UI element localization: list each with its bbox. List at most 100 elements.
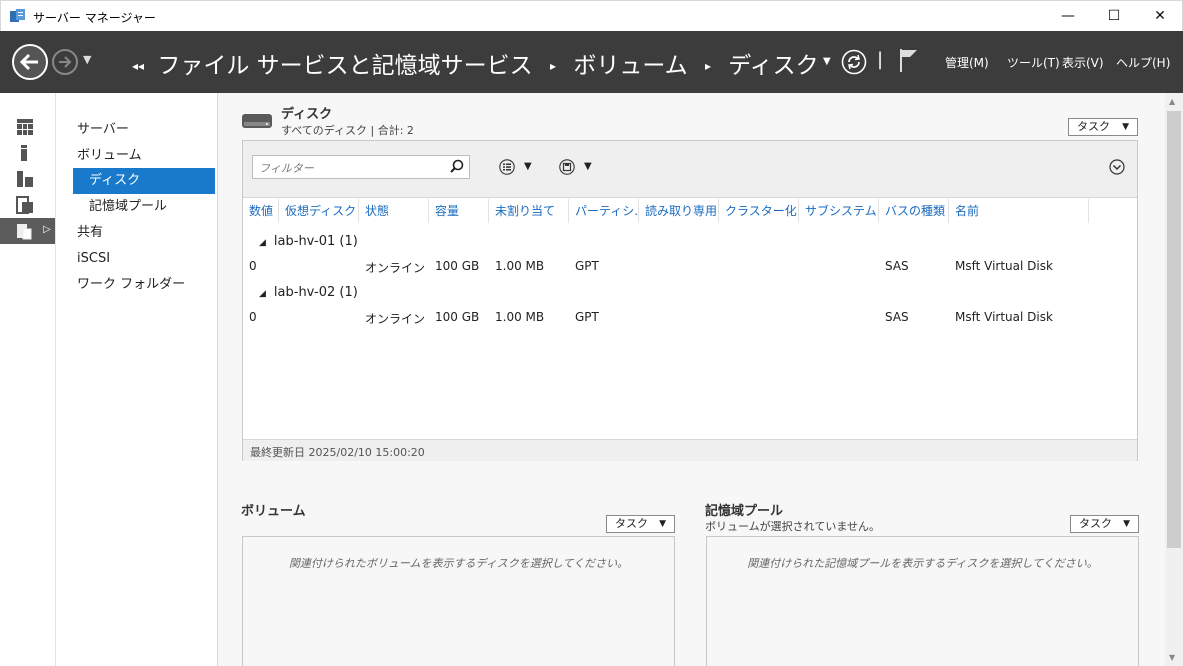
title-bar: サーバー マネージャー — ☐ ✕ [0,0,1183,31]
column-header-number[interactable]: 数値 [243,199,279,223]
breadcrumb-dropdown-icon[interactable]: ▼ [823,56,831,67]
column-header-virtual-disk[interactable]: 仮想ディスク [279,199,359,223]
tree-item-iscsi[interactable]: iSCSI [77,246,110,272]
chevron-down-icon: ▼ [1122,122,1129,132]
disks-section-title: ディスク [281,107,333,122]
server-group-header[interactable]: ◢ lab-hv-01 (1) [259,234,358,249]
menu-tools[interactable]: ツール(T) [1007,54,1060,71]
search-icon[interactable] [450,159,464,173]
menu-view[interactable]: 表示(V) [1062,54,1104,71]
menu-help[interactable]: ヘルプ(H) [1116,54,1170,71]
tree-item-work-folders[interactable]: ワーク フォルダー [77,272,185,298]
column-header-name[interactable]: 名前 [949,199,1089,223]
cell-bus-type: SAS [885,259,909,273]
task-button-label: タスク [1079,517,1112,530]
chevron-down-icon: ▼ [1123,519,1130,529]
storage-pools-panel: 関連付けられた記憶域プールを表示するディスクを選択してください。 [706,536,1139,666]
scrollbar-thumb[interactable] [1167,111,1181,548]
history-dropdown-icon[interactable]: ▼ [83,53,91,66]
scroll-down-icon[interactable]: ▼ [1169,653,1175,662]
view-options-icon[interactable] [499,159,515,175]
vertical-scrollbar[interactable]: ▲ ▼ [1165,93,1183,666]
save-query-icon[interactable] [559,159,575,175]
storage-tree-nav: サーバー ボリューム ディスク 記憶域プール 共有 iSCSI ワーク フォルダ… [57,93,218,666]
cell-bus-type: SAS [885,310,909,324]
column-header-partition[interactable]: パーティシ... [569,199,639,223]
column-header-clustered[interactable]: クラスター化 [719,199,799,223]
all-servers-icon[interactable] [16,170,34,188]
column-header-subsystem[interactable]: サブシステム [799,199,879,223]
scroll-up-icon[interactable]: ▲ [1169,97,1175,106]
disks-task-button[interactable]: タスク ▼ [1068,118,1138,136]
tree-item-disks[interactable]: ディスク [73,168,215,194]
maximize-button[interactable]: ☐ [1091,1,1137,32]
breadcrumb-lead-icon[interactable]: ◂◂ [132,59,144,73]
refresh-icon[interactable] [841,49,867,75]
server-group-label: lab-hv-01 (1) [273,234,358,249]
arrow-left-icon [19,53,38,71]
view-options-dropdown-icon[interactable]: ▼ [524,161,532,172]
cell-name: Msft Virtual Disk [955,310,1053,324]
filter-placeholder: フィルター [259,162,314,175]
last-updated-status: 最終更新日 2025/02/10 15:00:20 [243,439,1137,461]
storage-pools-subtitle: ボリュームが選択されていません。 [705,520,881,533]
task-button-label: タスク [615,517,648,530]
forward-button[interactable] [52,49,78,75]
storage-pools-task-button[interactable]: タスク ▼ [1070,515,1139,533]
collapse-triangle-icon[interactable]: ◢ [259,238,266,248]
cell-partition: GPT [575,259,599,273]
cell-number: 0 [249,310,257,324]
filter-input[interactable]: フィルター [252,155,470,179]
minimize-button[interactable]: — [1045,1,1091,32]
server-manager-app-icon [10,9,25,22]
header-bar: ▼ ◂◂ ファイル サービスと記憶域サービス ▸ ボリューム ▸ ディスク ▼ … [0,31,1183,93]
tree-item-volumes[interactable]: ボリューム [77,143,142,169]
cell-partition: GPT [575,310,599,324]
column-header-capacity[interactable]: 容量 [429,199,489,223]
tree-item-shares[interactable]: 共有 [77,220,103,246]
storage-services-icon[interactable] [16,222,34,240]
disks-section-subtitle: すべてのディスク | 合計: 2 [281,124,414,137]
toolbar-divider: | [877,49,884,70]
rail-expand-arrow-icon[interactable]: ▷ [43,224,51,235]
main-content: ディスク すべてのディスク | 合計: 2 タスク ▼ フィルター ▼ ▼ 数値… [218,93,1165,666]
tree-item-servers[interactable]: サーバー [77,117,129,143]
column-header-status[interactable]: 状態 [359,199,429,223]
chevron-down-icon: ▼ [659,519,666,529]
volumes-panel: 関連付けられたボリュームを表示するディスクを選択してください。 [242,536,675,666]
volumes-task-button[interactable]: タスク ▼ [606,515,675,533]
server-group-header[interactable]: ◢ lab-hv-02 (1) [259,285,358,300]
column-headers: 数値 仮想ディスク 状態 容量 未割り当て パーティシ... 読み取り専用 クラ… [243,199,1137,223]
breadcrumb-separator-icon: ▸ [704,59,711,73]
collapse-toggle-icon[interactable] [1109,159,1125,175]
volumes-empty-message: 関連付けられたボリュームを表示するディスクを選択してください。 [288,557,629,570]
breadcrumb-item-file-services[interactable]: ファイル サービスと記憶域サービス [157,53,532,79]
back-button[interactable] [12,44,48,80]
window-title: サーバー マネージャー [33,11,156,25]
file-services-icon[interactable] [16,196,34,214]
server-group-label: lab-hv-02 (1) [273,285,358,300]
breadcrumb-item-disks[interactable]: ディスク [728,53,818,79]
column-header-read-only[interactable]: 読み取り専用 [639,199,719,223]
cell-capacity: 100 GB [435,310,480,324]
storage-pools-empty-message: 関連付けられた記憶域プールを表示するディスクを選択してください。 [747,557,1098,570]
cell-name: Msft Virtual Disk [955,259,1053,273]
tree-item-storage-pools[interactable]: 記憶域プール [89,194,167,220]
volumes-section-title: ボリューム [241,504,306,519]
dashboard-icon[interactable] [16,118,34,136]
local-server-icon[interactable] [16,144,34,162]
collapse-triangle-icon[interactable]: ◢ [259,289,266,299]
close-button[interactable]: ✕ [1137,1,1183,32]
arrow-right-icon [59,56,72,68]
cell-unallocated: 1.00 MB [495,310,545,324]
cell-status: オンライン [365,261,426,275]
column-header-bus-type[interactable]: バスの種類 [879,199,949,223]
menu-manage[interactable]: 管理(M) [945,54,989,71]
task-button-label: タスク [1077,120,1110,133]
storage-pools-section-title: 記憶域プール [705,504,784,519]
breadcrumb-item-volumes[interactable]: ボリューム [573,53,687,79]
save-query-dropdown-icon[interactable]: ▼ [584,161,592,172]
notifications-flag-icon[interactable] [898,47,920,73]
column-header-unallocated[interactable]: 未割り当て [489,199,569,223]
cell-unallocated: 1.00 MB [495,259,545,273]
